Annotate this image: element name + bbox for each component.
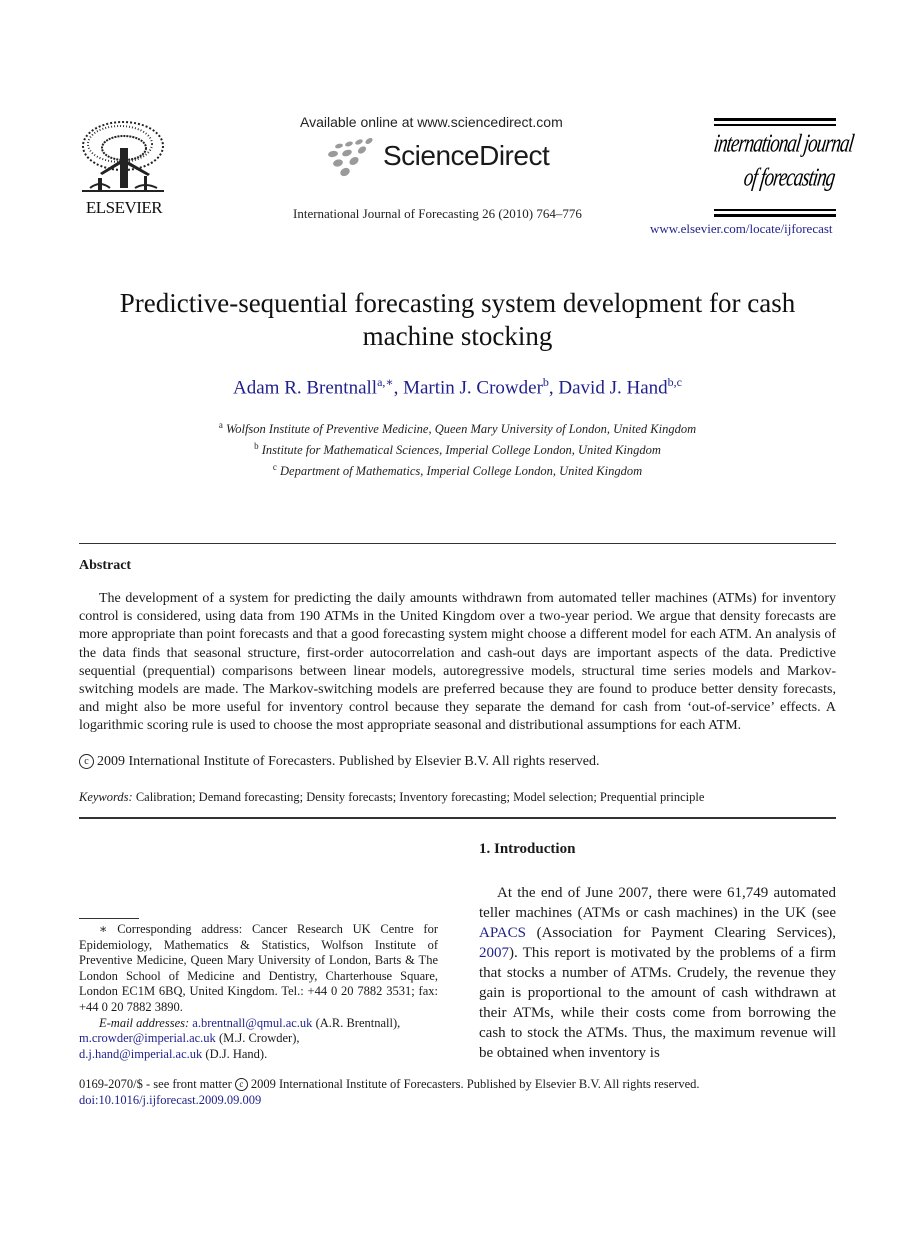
sciencedirect-dots-icon bbox=[328, 138, 373, 177]
affiliation-text: Wolfson Institute of Preventive Medicine… bbox=[225, 422, 697, 437]
affiliation-item: c Department of Mathematics, Imperial Co… bbox=[80, 459, 835, 480]
elsevier-logo: ELSEVIER bbox=[78, 116, 170, 220]
journal-logo-rule bbox=[714, 214, 836, 217]
affiliation-mark: c bbox=[272, 462, 277, 473]
email-link[interactable]: a.brentnall@qmul.ac.uk bbox=[192, 1016, 312, 1030]
sciencedirect-wordmark: ScienceDirect bbox=[383, 140, 550, 171]
author-name[interactable]: Martin J. Crowder bbox=[403, 377, 543, 398]
front-matter-prefix: 0169-2070/$ - see front matter bbox=[79, 1077, 232, 1091]
sciencedirect-logo: ScienceDirect bbox=[325, 138, 565, 180]
affiliation-text: Department of Mathematics, Imperial Coll… bbox=[280, 464, 643, 479]
abstract-top-divider bbox=[79, 543, 836, 544]
email-label: E-mail addresses: bbox=[99, 1015, 190, 1030]
keywords-label: Keywords: bbox=[79, 790, 133, 804]
journal-logo-rule bbox=[714, 124, 836, 126]
email-line: m.crowder@imperial.ac.uk (M.J. Crowder), bbox=[79, 1031, 438, 1047]
front-matter-suffix: 2009 International Institute of Forecast… bbox=[250, 1077, 700, 1091]
email-owner: (D.J. Hand). bbox=[202, 1046, 268, 1061]
corresponding-author-footnote: ∗ Corresponding address: Cancer Research… bbox=[79, 922, 438, 1062]
copyright-icon: c bbox=[79, 754, 94, 769]
intro-text: (Association for Payment Clearing Servic… bbox=[525, 925, 836, 941]
footnote-divider bbox=[79, 918, 139, 919]
copyright-icon: c bbox=[234, 1078, 248, 1091]
affiliation-mark: a bbox=[218, 420, 223, 430]
email-owner: (A.R. Brentnall), bbox=[312, 1015, 401, 1030]
abstract-body: The development of a system for predicti… bbox=[79, 590, 836, 736]
introduction-body: At the end of June 2007, there were 61,7… bbox=[479, 883, 836, 1063]
author-list: Adam R. Brentnalla,∗, Martin J. Crowder b… bbox=[80, 375, 835, 399]
affiliation-item: b Institute for Mathematical Sciences, I… bbox=[80, 438, 835, 459]
available-online-text: Available online at www.sciencedirect.co… bbox=[300, 114, 563, 130]
keywords-text: Calibration; Demand forecasting; Density… bbox=[135, 790, 705, 804]
paper-title: Predictive-sequential forecasting system… bbox=[119, 288, 796, 351]
journal-logo-line2: of forecasting bbox=[742, 164, 837, 193]
intro-text: ). This report is motivated by the probl… bbox=[479, 945, 836, 1061]
abstract-copyright: c 2009 International Institute of Forecas… bbox=[79, 754, 599, 770]
email-addresses: E-mail addresses: a.brentnall@qmul.ac.uk… bbox=[79, 1016, 438, 1032]
email-link[interactable]: m.crowder@imperial.ac.uk bbox=[79, 1031, 216, 1045]
journal-logo-rule bbox=[714, 118, 836, 121]
affiliation-mark: b bbox=[254, 441, 259, 452]
abstract-text: The development of a system for predicti… bbox=[79, 591, 836, 734]
citation-link-year[interactable]: 2007 bbox=[479, 945, 509, 961]
affiliations: a Wolfson Institute of Preventive Medici… bbox=[80, 417, 835, 480]
journal-reference: International Journal of Forecasting 26 … bbox=[293, 206, 582, 221]
affiliation-item: a Wolfson Institute of Preventive Medici… bbox=[80, 417, 835, 438]
copyright-text: 2009 International Institute of Forecast… bbox=[97, 754, 600, 769]
author-affiliation-mark[interactable]: b,c bbox=[668, 375, 682, 389]
elsevier-wordmark: ELSEVIER bbox=[85, 198, 163, 217]
email-owner: (M.J. Crowder), bbox=[215, 1031, 300, 1046]
citation-link-apacs[interactable]: APACS bbox=[479, 925, 526, 941]
keywords: Keywords: Calibration; Demand forecastin… bbox=[79, 790, 704, 805]
journal-url-link[interactable]: www.elsevier.com/locate/ijforecast bbox=[650, 221, 833, 237]
email-line: d.j.hand@imperial.ac.uk (D.J. Hand). bbox=[79, 1047, 438, 1063]
journal-logo: international journal of forecasting bbox=[712, 116, 855, 220]
author-name[interactable]: David J. Hand bbox=[558, 377, 667, 398]
abstract-heading: Abstract bbox=[79, 558, 132, 573]
elsevier-tree-icon bbox=[82, 121, 164, 192]
doi-link[interactable]: doi:10.1016/j.ijforecast.2009.09.009 bbox=[79, 1093, 261, 1108]
front-matter-line: 0169-2070/$ - see front matter c 2009 Int… bbox=[79, 1077, 700, 1092]
author-name[interactable]: Adam R. Brentnall bbox=[233, 377, 377, 398]
intro-text: At the end of June 2007, there were 61,7… bbox=[479, 885, 836, 921]
affiliation-text: Institute for Mathematical Sciences, Imp… bbox=[261, 443, 661, 458]
introduction-paragraph: At the end of June 2007, there were 61,7… bbox=[479, 883, 836, 1063]
journal-logo-rule bbox=[714, 209, 836, 211]
author-separator: , bbox=[393, 377, 404, 399]
email-link[interactable]: d.j.hand@imperial.ac.uk bbox=[79, 1047, 202, 1061]
author-separator: , bbox=[548, 377, 559, 399]
corresponding-address: ∗ Corresponding address: Cancer Research… bbox=[79, 922, 438, 1014]
section-heading-introduction: 1. Introduction bbox=[479, 841, 576, 857]
author-affiliation-mark[interactable]: a,∗ bbox=[377, 375, 393, 389]
journal-logo-line1: international journal bbox=[712, 130, 855, 159]
abstract-bottom-divider bbox=[79, 817, 836, 819]
